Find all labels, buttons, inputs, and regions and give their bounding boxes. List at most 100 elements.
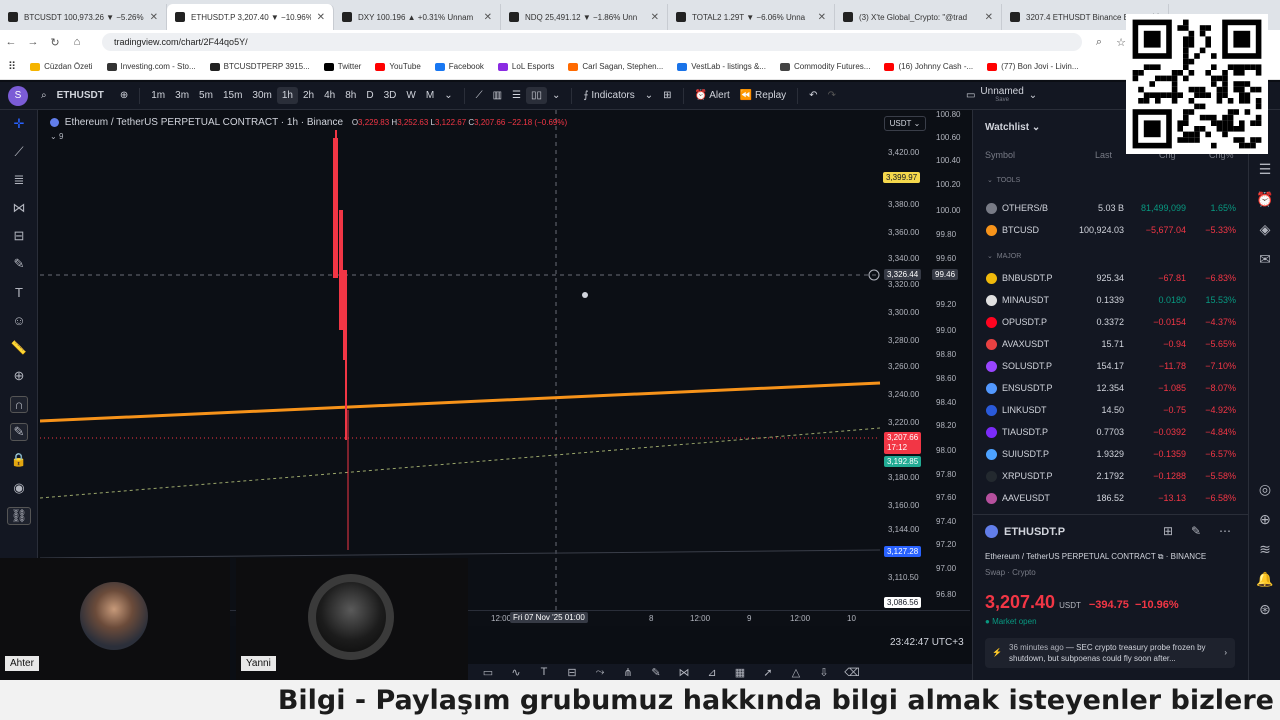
interval-D[interactable]: D [361, 90, 378, 101]
reload-icon[interactable]: ↻ [44, 36, 66, 49]
price-chart[interactable] [40, 110, 970, 610]
chat-icon[interactable]: ✉ [1249, 244, 1280, 274]
browser-tab[interactable]: (3) X'te Global_Crypto: "@trad ✕ [835, 4, 1002, 30]
home-icon[interactable]: ⌂ [66, 36, 88, 48]
interval-30m[interactable]: 30m [247, 90, 276, 101]
watchlist-row[interactable]: SOLUSDT.P 154.17 −11.78 −7.10% [973, 355, 1249, 377]
watchlist-row[interactable]: OTHERS/B 5.03 B 81,499,099 1.65% [973, 197, 1249, 219]
hotlist-icon[interactable]: ⊕ [1249, 504, 1280, 534]
arrow-icon[interactable]: ➚ [754, 666, 782, 679]
bookmark-item[interactable]: Cüzdan Özeti [30, 62, 93, 71]
watchlist-row[interactable]: BNBUSDT.P 925.34 −67.81 −6.83% [973, 267, 1249, 289]
close-icon[interactable]: ✕ [484, 12, 492, 23]
browser-tab[interactable]: BTCUSDT 100,973.26 ▼ −5.26% ✕ [0, 4, 167, 30]
url-field[interactable]: tradingview.com/chart/2F44qo5Y/ [102, 33, 1082, 51]
emoji-icon[interactable]: ☺ [0, 306, 38, 334]
measure-icon[interactable]: ⊟ [558, 666, 586, 679]
col-last[interactable]: Last [1095, 150, 1112, 160]
apps-icon[interactable]: ⠿ [8, 60, 16, 73]
more-icon[interactable]: ⋯ [1219, 524, 1231, 538]
watchlist-row[interactable]: BTCUSD 100,924.03 −5,677.04 −5.33% [973, 219, 1249, 241]
forecast-icon[interactable]: ⊟ [0, 222, 38, 250]
utc-clock[interactable]: 23:42:47 UTC+3 [890, 637, 964, 648]
close-icon[interactable]: ✕ [651, 12, 659, 23]
col-symbol[interactable]: Symbol [985, 150, 1015, 160]
zoom-in-icon[interactable]: ⊕ [0, 362, 38, 390]
eye-icon[interactable]: ◉ [0, 474, 38, 502]
help-icon[interactable]: ⊛ [1249, 594, 1280, 624]
interval-5m[interactable]: 5m [194, 90, 218, 101]
target-icon[interactable]: ◎ [1249, 474, 1280, 504]
watchlist-title[interactable]: Watchlist ⌄ [985, 122, 1040, 133]
bars-icon[interactable]: ☰ [507, 90, 526, 101]
magnet-icon[interactable]: ∩ [0, 390, 38, 418]
close-icon[interactable]: ✕ [985, 12, 993, 23]
close-icon[interactable]: ✕ [150, 12, 158, 23]
candles-icon[interactable]: ▥ [488, 90, 507, 101]
interval-15m[interactable]: 15m [218, 90, 247, 101]
trend-line-icon[interactable]: ⟋ [0, 138, 38, 166]
stay-drawing-icon[interactable]: ✎ [0, 418, 38, 446]
templates-icon[interactable]: ⊞ [658, 90, 676, 101]
pattern-tool-icon[interactable]: ⋈ [670, 666, 698, 679]
line-chart-icon[interactable]: ⟋ [471, 90, 488, 101]
watchlist-row[interactable]: SUIUSDT.P 1.9329 −0.1359 −6.57% [973, 443, 1249, 465]
text-icon[interactable]: T [0, 278, 38, 306]
ruler-icon[interactable]: 📏 [0, 334, 38, 362]
watchlist-row[interactable]: XRPUSDT.P 2.1792 −0.1288 −5.58% [973, 465, 1249, 487]
interval-1m[interactable]: 1m [146, 90, 170, 101]
watchlist-row[interactable]: OPUSDT.P 0.3372 −0.0154 −4.37% [973, 311, 1249, 333]
close-icon[interactable]: ✕ [818, 12, 826, 23]
interval-W[interactable]: W [401, 90, 420, 101]
interval-3m[interactable]: 3m [170, 90, 194, 101]
currency-select[interactable]: USDT ⌄ [884, 116, 926, 131]
bookmark-item[interactable]: Carl Sagan, Stephen... [568, 62, 663, 71]
curve-icon[interactable]: ∿ [502, 666, 530, 679]
chevron-down-icon[interactable]: ⌄ [640, 90, 658, 101]
back-icon[interactable]: ← [0, 36, 22, 48]
watchlist-row[interactable]: MINAUSDT 0.1339 0.0180 15.53% [973, 289, 1249, 311]
close-icon[interactable]: ✕ [317, 12, 325, 23]
bookmark-item[interactable]: (77) Bon Jovi - Livin... [987, 62, 1079, 71]
bookmark-item[interactable]: Facebook [434, 62, 484, 71]
interval-1h[interactable]: 1h [276, 87, 298, 104]
orange-trend-line[interactable] [40, 381, 881, 423]
bookmark-item[interactable]: BTCUSDTPERP 3915... [209, 62, 310, 71]
interval-M[interactable]: M [421, 90, 439, 101]
watchlist-row[interactable]: ENSUSDT.P 12.354 −1.085 −8.07% [973, 377, 1249, 399]
chevron-down-icon[interactable]: ⌄ [547, 90, 565, 101]
edit-icon[interactable]: ✎ [1191, 524, 1201, 538]
signal-icon[interactable]: ≋ [1249, 534, 1280, 564]
bookmark-item[interactable]: (16) Johnny Cash -... [884, 62, 973, 71]
chart-type-icon[interactable]: ▯▯ [526, 87, 548, 104]
lock-icon[interactable]: 🔒 [0, 446, 38, 474]
bookmark-item[interactable]: Investing.com - Sto... [106, 62, 196, 71]
watchlist-row[interactable]: AAVEUSDT 186.52 −13.13 −6.58% [973, 487, 1249, 509]
watchlist-icon[interactable]: ☰ [1249, 154, 1280, 184]
projection-icon[interactable]: ⊿ [698, 666, 726, 679]
brush-icon[interactable]: ✎ [0, 250, 38, 278]
eraser-icon[interactable]: ⌫ [838, 666, 866, 679]
zoom-icon[interactable]: ⌕ [1088, 36, 1110, 49]
grid-view-icon[interactable]: ⊞ [1163, 524, 1173, 538]
fork-icon[interactable]: ⋔ [614, 666, 642, 679]
notifications-icon[interactable]: 🔔 [1249, 564, 1280, 594]
replay-button[interactable]: ⏪ Replay [735, 90, 791, 101]
browser-tab[interactable]: DXY 100.196 ▲ +0.31% Unnam ✕ [334, 4, 501, 30]
bookmark-item[interactable]: YouTube [375, 62, 421, 71]
interval-3D[interactable]: 3D [379, 90, 402, 101]
browser-tab[interactable]: NDQ 25,491.12 ▼ −1.86% Unn ✕ [501, 4, 668, 30]
chevron-down-icon[interactable]: ⌄ [1024, 90, 1042, 101]
crosshair-icon[interactable]: ✛ [0, 110, 38, 138]
details-symbol[interactable]: ETHUSDT.P [985, 525, 1065, 538]
text-tool-icon[interactable]: T [530, 666, 558, 678]
rectangle-icon[interactable]: ▭ [474, 666, 502, 679]
indicators-toggle[interactable]: ⌄ 9 [50, 132, 567, 141]
interval-4h[interactable]: 4h [319, 90, 340, 101]
news-card[interactable]: ⚡ 36 minutes ago — SEC crypto treasury p… [985, 638, 1235, 668]
browser-tab[interactable]: TOTAL2 1.29T ▼ −6.06% Unna ✕ [668, 4, 835, 30]
avatar[interactable]: S [8, 85, 28, 106]
redo-icon[interactable]: ↷ [823, 90, 841, 101]
layers-icon[interactable]: ◈ [1249, 214, 1280, 244]
bookmark-item[interactable]: LoL Esports [497, 62, 554, 71]
